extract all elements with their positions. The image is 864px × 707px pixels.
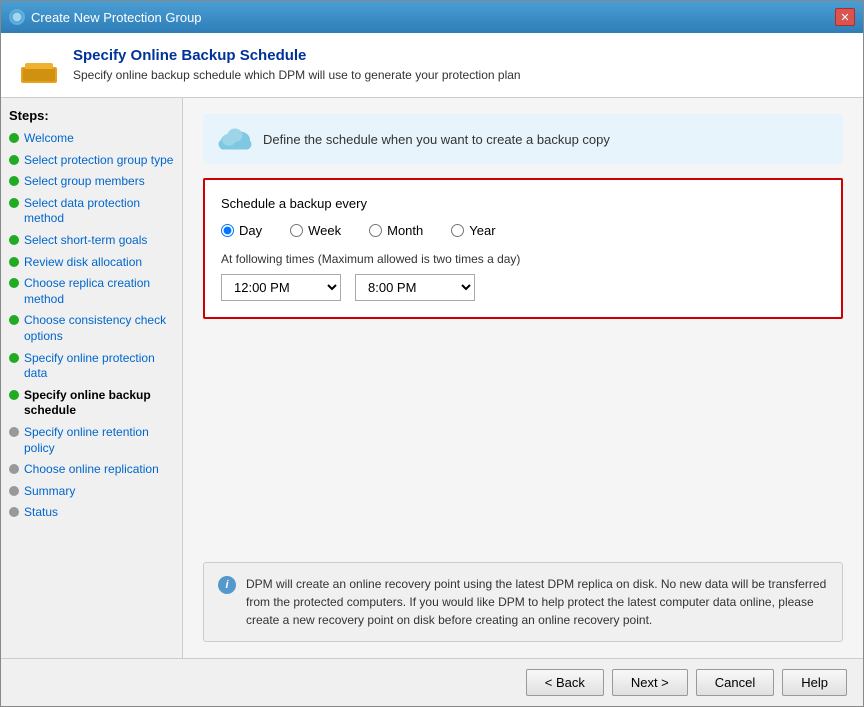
- page-title: Specify Online Backup Schedule: [73, 47, 521, 64]
- header-icon: [19, 49, 59, 85]
- radio-week-label: Week: [308, 223, 341, 238]
- dot-online-protection: [9, 353, 19, 363]
- sidebar-item-group-members[interactable]: Select group members: [9, 174, 174, 190]
- dot-summary: [9, 486, 19, 496]
- radio-year-input[interactable]: [451, 224, 464, 237]
- times-label: At following times (Maximum allowed is t…: [221, 252, 825, 266]
- sidebar-label-status: Status: [24, 505, 58, 521]
- sidebar-item-welcome[interactable]: Welcome: [9, 131, 174, 147]
- next-button[interactable]: Next >: [612, 669, 688, 696]
- dot-short-term: [9, 235, 19, 245]
- radio-week-input[interactable]: [290, 224, 303, 237]
- radio-year-label: Year: [469, 223, 495, 238]
- cloud-banner: Define the schedule when you want to cre…: [203, 114, 843, 164]
- sidebar-item-disk-allocation[interactable]: Review disk allocation: [9, 255, 174, 271]
- cloud-icon: [217, 124, 253, 154]
- sidebar-item-status[interactable]: Status: [9, 505, 174, 521]
- content-area: Define the schedule when you want to cre…: [183, 98, 863, 658]
- main-window: Create New Protection Group ✕ Specify On…: [0, 0, 864, 707]
- dot-protection-group-type: [9, 155, 19, 165]
- dot-retention-policy: [9, 427, 19, 437]
- radio-week[interactable]: Week: [290, 223, 341, 238]
- footer: < Back Next > Cancel Help: [1, 658, 863, 706]
- sidebar-label-summary: Summary: [24, 484, 75, 500]
- sidebar-label-consistency-check: Choose consistency check options: [24, 313, 174, 344]
- sidebar-label-online-replication: Choose online replication: [24, 462, 159, 478]
- back-button[interactable]: < Back: [526, 669, 604, 696]
- dot-disk-allocation: [9, 257, 19, 267]
- dot-group-members: [9, 176, 19, 186]
- dot-status: [9, 507, 19, 517]
- schedule-box: Schedule a backup every Day Week Month: [203, 178, 843, 319]
- sidebar-label-online-backup-schedule: Specify online backup schedule: [24, 388, 174, 419]
- radio-month-input[interactable]: [369, 224, 382, 237]
- time1-select[interactable]: 12:00 AM1:00 AM2:00 AM 3:00 AM4:00 AM5:0…: [221, 274, 341, 301]
- dot-welcome: [9, 133, 19, 143]
- close-button[interactable]: ✕: [835, 8, 855, 26]
- sidebar-label-data-protection: Select data protection method: [24, 196, 174, 227]
- header-section: Specify Online Backup Schedule Specify o…: [1, 33, 863, 98]
- sidebar-item-summary[interactable]: Summary: [9, 484, 174, 500]
- time2-select[interactable]: 12:00 AM1:00 AM2:00 AM 3:00 AM4:00 AM5:0…: [355, 274, 475, 301]
- sidebar-label-online-protection: Specify online protection data: [24, 351, 174, 382]
- sidebar: Steps: Welcome Select protection group t…: [1, 98, 183, 658]
- info-box: i DPM will create an online recovery poi…: [203, 562, 843, 642]
- sidebar-item-retention-policy[interactable]: Specify online retention policy: [9, 425, 174, 456]
- sidebar-item-consistency-check[interactable]: Choose consistency check options: [9, 313, 174, 344]
- sidebar-label-short-term: Select short-term goals: [24, 233, 147, 249]
- main-area: Steps: Welcome Select protection group t…: [1, 98, 863, 658]
- radio-month-label: Month: [387, 223, 423, 238]
- page-subtitle: Specify online backup schedule which DPM…: [73, 68, 521, 82]
- radio-month[interactable]: Month: [369, 223, 423, 238]
- window-title: Create New Protection Group: [31, 10, 202, 25]
- sidebar-item-data-protection[interactable]: Select data protection method: [9, 196, 174, 227]
- sidebar-label-group-members: Select group members: [24, 174, 145, 190]
- sidebar-label-disk-allocation: Review disk allocation: [24, 255, 142, 271]
- frequency-radio-group: Day Week Month Year: [221, 223, 825, 238]
- info-text: DPM will create an online recovery point…: [246, 575, 828, 629]
- sidebar-label-protection-group-type: Select protection group type: [24, 153, 173, 169]
- dot-consistency-check: [9, 315, 19, 325]
- sidebar-label-welcome: Welcome: [24, 131, 74, 147]
- title-bar: Create New Protection Group ✕: [1, 1, 863, 33]
- cloud-text: Define the schedule when you want to cre…: [263, 132, 610, 147]
- help-button[interactable]: Help: [782, 669, 847, 696]
- dot-replica-creation: [9, 278, 19, 288]
- radio-year[interactable]: Year: [451, 223, 495, 238]
- cancel-button[interactable]: Cancel: [696, 669, 774, 696]
- dot-data-protection: [9, 198, 19, 208]
- radio-day[interactable]: Day: [221, 223, 262, 238]
- sidebar-item-replica-creation[interactable]: Choose replica creation method: [9, 276, 174, 307]
- radio-day-input[interactable]: [221, 224, 234, 237]
- sidebar-item-online-backup-schedule[interactable]: Specify online backup schedule: [9, 388, 174, 419]
- title-bar-icon: [9, 9, 25, 25]
- sidebar-item-protection-group-type[interactable]: Select protection group type: [9, 153, 174, 169]
- radio-day-label: Day: [239, 223, 262, 238]
- sidebar-label-replica-creation: Choose replica creation method: [24, 276, 174, 307]
- sidebar-item-online-replication[interactable]: Choose online replication: [9, 462, 174, 478]
- sidebar-label-retention-policy: Specify online retention policy: [24, 425, 174, 456]
- sidebar-item-short-term[interactable]: Select short-term goals: [9, 233, 174, 249]
- info-icon: i: [218, 576, 236, 594]
- sidebar-item-online-protection[interactable]: Specify online protection data: [9, 351, 174, 382]
- dot-online-replication: [9, 464, 19, 474]
- schedule-title: Schedule a backup every: [221, 196, 825, 211]
- steps-label: Steps:: [9, 108, 174, 123]
- time-dropdowns: 12:00 AM1:00 AM2:00 AM 3:00 AM4:00 AM5:0…: [221, 274, 825, 301]
- dot-online-backup-schedule: [9, 390, 19, 400]
